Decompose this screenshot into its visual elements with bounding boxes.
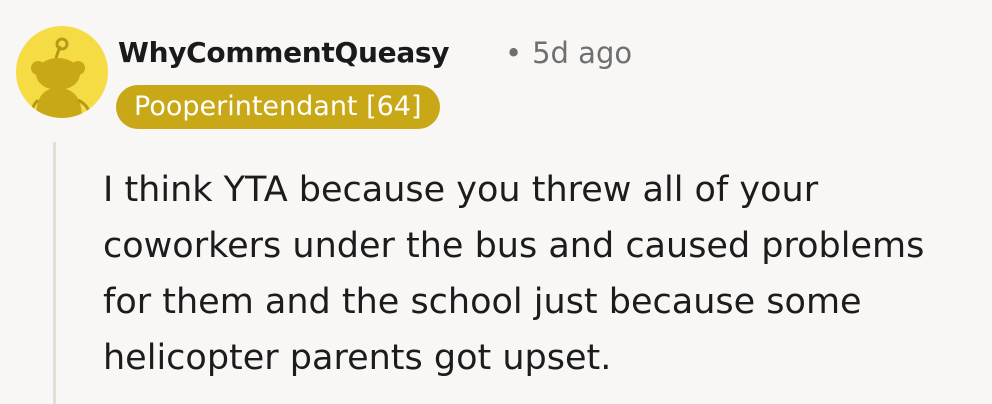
- comment-author[interactable]: WhyCommentQueasy: [118, 36, 450, 69]
- comment-timestamp[interactable]: 5d ago: [532, 36, 632, 70]
- comment-meta: • 5d ago: [505, 36, 632, 70]
- comment: WhyCommentQueasy • 5d ago Pooperintendant…: [0, 0, 992, 404]
- reddit-snoo-avatar-icon: [29, 37, 92, 118]
- user-flair-badge: Pooperintendant [64]: [116, 85, 440, 129]
- avatar[interactable]: [16, 26, 108, 118]
- comment-body: I think YTA because you threw all of you…: [103, 170, 925, 378]
- meta-separator: •: [505, 36, 523, 70]
- thread-line[interactable]: [53, 142, 56, 404]
